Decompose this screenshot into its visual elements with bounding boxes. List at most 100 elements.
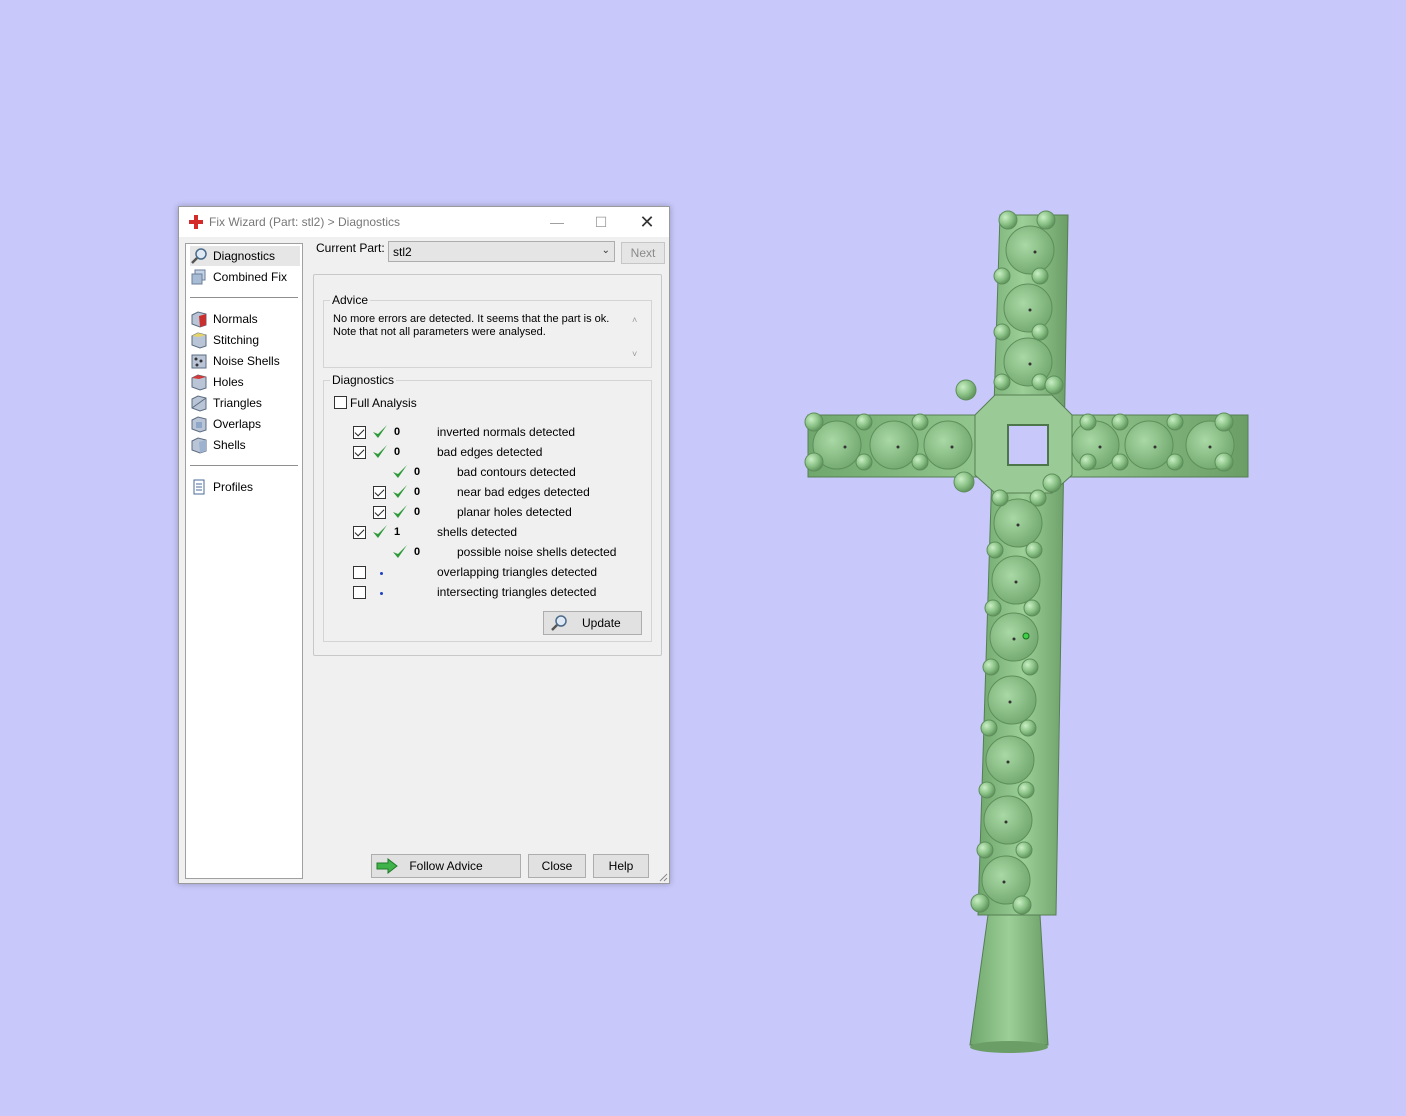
wizard-sidebar: Diagnostics Combined Fix Normals Stitchi… <box>185 243 303 879</box>
current-part-label: Current Part: <box>316 241 385 255</box>
advice-text: No more errors are detected. It seems th… <box>333 313 637 359</box>
intersecting-triangles-label: intersecting triangles detected <box>437 585 597 599</box>
magnifier-icon <box>551 615 567 631</box>
check-ok-icon <box>373 525 387 538</box>
sidebar-item-shells[interactable]: Shells <box>190 435 300 455</box>
not-analysed-dot-icon <box>380 572 383 575</box>
noise-shells-icon <box>191 354 207 369</box>
intersecting-triangles-checkbox[interactable] <box>353 586 366 599</box>
scroll-up-icon[interactable]: ˄ <box>632 315 637 325</box>
follow-advice-button[interactable]: Follow Advice <box>371 854 521 878</box>
document-icon <box>193 479 205 495</box>
sidebar-divider <box>190 297 298 298</box>
follow-advice-label: Follow Advice <box>409 859 483 873</box>
holes-cube-icon <box>191 374 207 391</box>
not-analysed-dot-icon <box>380 592 383 595</box>
inverted-normals-count: 0 <box>394 426 401 438</box>
magnifier-icon <box>191 248 207 264</box>
sidebar-item-noise-shells[interactable]: Noise Shells <box>190 351 300 371</box>
sidebar-item-stitching[interactable]: Stitching <box>190 330 300 350</box>
current-part-select[interactable]: stl2 ⌄ <box>388 241 615 262</box>
arrow-right-icon <box>376 858 398 874</box>
sidebar-item-normals[interactable]: Normals <box>190 309 300 329</box>
check-ok-icon <box>393 485 407 498</box>
triangles-cube-icon <box>191 395 207 412</box>
sidebar-item-profiles[interactable]: Profiles <box>190 477 300 497</box>
diagnostics-title: Diagnostics <box>330 373 397 387</box>
bad-edges-checkbox[interactable] <box>353 446 366 459</box>
sidebar-item-label: Combined Fix <box>213 270 288 284</box>
overlapping-triangles-label: overlapping triangles detected <box>437 565 598 579</box>
window-title: Fix Wizard (Part: stl2) > Diagnostics <box>209 215 401 229</box>
noise-shells-count: 0 <box>414 546 421 558</box>
sidebar-item-label: Normals <box>213 312 258 326</box>
cross-model[interactable] <box>790 200 1270 1070</box>
bad-edges-count: 0 <box>394 446 401 458</box>
bad-contours-label: bad contours detected <box>457 465 576 479</box>
help-button[interactable]: Help <box>593 854 649 878</box>
resize-grip-icon[interactable] <box>658 872 668 882</box>
sidebar-item-label: Triangles <box>213 396 262 410</box>
planar-holes-label: planar holes detected <box>457 505 572 519</box>
advice-line-1: No more errors are detected. It seems th… <box>333 313 610 325</box>
overlapping-triangles-checkbox[interactable] <box>353 566 366 579</box>
maximize-button[interactable]: ☐ <box>579 207 623 237</box>
fix-wizard-dialog: Fix Wizard (Part: stl2) > Diagnostics — … <box>178 206 670 884</box>
bad-edges-label: bad edges detected <box>437 445 543 459</box>
red-cross-icon <box>189 215 203 229</box>
near-bad-edges-checkbox[interactable] <box>373 486 386 499</box>
planar-holes-checkbox[interactable] <box>373 506 386 519</box>
inverted-normals-checkbox[interactable] <box>353 426 366 439</box>
sidebar-item-label: Diagnostics <box>213 249 276 263</box>
check-ok-icon <box>393 465 407 478</box>
advice-line-2: Note that not all parameters were analys… <box>333 326 546 338</box>
shells-label: shells detected <box>437 525 518 539</box>
sidebar-item-overlaps[interactable]: Overlaps <box>190 414 300 434</box>
near-bad-edges-label: near bad edges detected <box>457 485 590 499</box>
near-bad-edges-count: 0 <box>414 486 421 498</box>
planar-holes-count: 0 <box>414 506 421 518</box>
sidebar-item-label: Holes <box>213 375 244 389</box>
update-label: Update <box>582 616 621 630</box>
current-part-value: stl2 <box>393 245 412 259</box>
update-button[interactable]: Update <box>543 611 642 635</box>
sidebar-item-combined-fix[interactable]: Combined Fix <box>190 267 300 287</box>
sidebar-item-label: Overlaps <box>213 417 262 431</box>
diagnostics-group: Diagnostics Full Analysis 0 inverted nor… <box>323 373 652 642</box>
normals-cube-icon <box>191 311 207 328</box>
shells-cube-icon <box>191 437 207 454</box>
sidebar-item-label: Stitching <box>213 333 260 347</box>
sidebar-divider <box>190 465 298 466</box>
diagnostics-panel: Advice No more errors are detected. It s… <box>313 274 662 656</box>
sidebar-item-triangles[interactable]: Triangles <box>190 393 300 413</box>
noise-shells-label: possible noise shells detected <box>457 545 617 559</box>
check-ok-icon <box>393 505 407 518</box>
sidebar-item-label: Noise Shells <box>213 354 280 368</box>
bad-contours-count: 0 <box>414 466 421 478</box>
inverted-normals-label: inverted normals detected <box>437 425 576 439</box>
shells-count: 1 <box>394 526 401 538</box>
advice-scrollbar[interactable]: ˄ ˅ <box>632 315 645 359</box>
sidebar-item-label: Profiles <box>213 480 254 494</box>
chevron-down-icon: ⌄ <box>601 245 610 256</box>
scroll-down-icon[interactable]: ˅ <box>632 349 637 359</box>
sidebar-item-diagnostics[interactable]: Diagnostics <box>190 246 300 266</box>
check-ok-icon <box>373 425 387 438</box>
advice-title: Advice <box>330 293 371 307</box>
stitching-cube-icon <box>191 332 207 349</box>
check-ok-icon <box>373 445 387 458</box>
cube-stack-icon <box>191 269 206 285</box>
title-bar[interactable]: Fix Wizard (Part: stl2) > Diagnostics — … <box>179 207 669 237</box>
close-button[interactable]: Close <box>528 854 586 878</box>
check-ok-icon <box>393 545 407 558</box>
advice-group: Advice No more errors are detected. It s… <box>323 293 652 368</box>
close-window-button[interactable]: ✕ <box>625 207 669 237</box>
full-analysis-label: Full Analysis <box>350 396 417 410</box>
sidebar-item-holes[interactable]: Holes <box>190 372 300 392</box>
overlaps-cube-icon <box>191 416 207 433</box>
sidebar-item-label: Shells <box>213 438 246 452</box>
minimize-button[interactable]: — <box>535 207 579 237</box>
shells-checkbox[interactable] <box>353 526 366 539</box>
full-analysis-checkbox[interactable] <box>334 396 347 409</box>
next-button[interactable]: Next <box>621 242 665 264</box>
